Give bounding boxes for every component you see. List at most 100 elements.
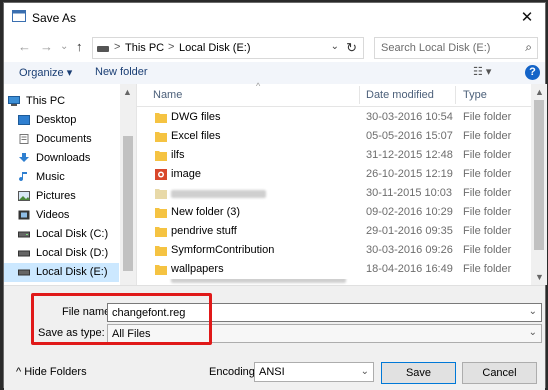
- sidebar-item-local-disk-d[interactable]: Local Disk (D:): [4, 244, 119, 263]
- command-bar: Organize ▾ New folder ☷ ▾ ?: [4, 62, 545, 84]
- search-icon: ⌕: [525, 40, 532, 54]
- hide-folders-button[interactable]: ^ Hide Folders: [16, 366, 87, 378]
- navigation-pane: This PC Desktop Documents Downloads Musi…: [4, 84, 137, 285]
- folder-icon: [155, 246, 167, 256]
- column-header-type[interactable]: Type: [463, 89, 487, 101]
- cancel-button[interactable]: Cancel: [462, 362, 537, 384]
- file-name: Excel files: [171, 130, 221, 142]
- chevron-down-icon[interactable]: ⌄: [529, 327, 537, 338]
- drive-icon: [18, 269, 30, 276]
- sidebar-item-videos[interactable]: Videos: [4, 206, 119, 225]
- breadcrumb-this-pc[interactable]: This PC: [125, 42, 164, 54]
- file-type: File folder: [463, 187, 512, 199]
- pictures-icon: [18, 191, 30, 201]
- breadcrumb-separator: >: [114, 41, 121, 53]
- file-date: 30-11-2015 10:03: [366, 187, 453, 199]
- up-button[interactable]: ↑: [76, 39, 83, 54]
- file-date: 05-05-2016 15:07: [366, 130, 453, 142]
- scroll-up-icon[interactable]: ▲: [123, 87, 132, 97]
- file-type: File folder: [463, 263, 512, 275]
- file-date: 29-01-2016 09:35: [366, 225, 453, 237]
- sidebar-item-label: This PC: [26, 95, 66, 107]
- table-row[interactable]: SymformContribution 30-03-2016 09:26 Fil…: [137, 241, 531, 261]
- table-row[interactable]: 30-11-2015 10:03 File folder: [137, 184, 531, 204]
- redacted-file-name: [171, 190, 266, 198]
- table-row[interactable]: image 26-10-2015 12:19 File folder: [137, 165, 531, 185]
- forward-button[interactable]: →: [40, 39, 53, 54]
- documents-icon: [19, 134, 29, 144]
- file-name-label: File name:: [62, 306, 114, 318]
- change-view-button[interactable]: ☷ ▾: [473, 65, 491, 78]
- sidebar-item-documents[interactable]: Documents: [4, 130, 119, 149]
- save-as-type-select[interactable]: All Files ⌄: [107, 324, 542, 343]
- dialog-footer: ^ Hide Folders Encoding: ANSI ⌄ Save Can…: [4, 358, 545, 389]
- back-button[interactable]: ←: [18, 39, 31, 54]
- file-date: 26-10-2015 12:19: [366, 168, 453, 180]
- organize-button[interactable]: Organize ▾: [19, 66, 72, 79]
- scroll-thumb[interactable]: [123, 136, 133, 271]
- computer-icon: [8, 96, 20, 106]
- encoding-select[interactable]: ANSI ⌄: [254, 362, 374, 382]
- address-bar[interactable]: > This PC > Local Disk (E:) ⌄ ↻: [92, 37, 364, 59]
- sidebar-item-pictures[interactable]: Pictures: [4, 187, 119, 206]
- desktop-icon: [18, 115, 30, 125]
- table-row[interactable]: ilfs 31-12-2015 12:48 File folder: [137, 146, 531, 166]
- column-header-name[interactable]: Name: [153, 89, 182, 101]
- encoding-label: Encoding:: [209, 366, 258, 378]
- address-dropdown-button[interactable]: ⌄: [331, 41, 339, 52]
- table-row[interactable]: wallpapers 18-04-2016 16:49 File folder: [137, 260, 531, 280]
- sort-ascending-icon: ^: [256, 81, 261, 91]
- search-placeholder: Search Local Disk (E:): [381, 42, 491, 54]
- scroll-down-icon[interactable]: ▼: [535, 272, 544, 282]
- file-type: File folder: [463, 149, 512, 161]
- table-row[interactable]: Excel files 05-05-2016 15:07 File folder: [137, 127, 531, 147]
- recent-locations-button[interactable]: ⌄: [60, 41, 68, 52]
- refresh-button[interactable]: ↻: [346, 40, 357, 56]
- help-button[interactable]: ?: [525, 65, 540, 80]
- chevron-down-icon: ⌄: [360, 366, 369, 377]
- videos-icon: [18, 210, 30, 220]
- folder-icon: [155, 189, 167, 199]
- music-icon: [19, 172, 27, 182]
- scroll-up-icon[interactable]: ▲: [535, 87, 544, 97]
- sidebar-item-desktop[interactable]: Desktop: [4, 111, 119, 130]
- file-name-field[interactable]: changefont.reg ⌄: [107, 303, 542, 322]
- folder-icon: [155, 151, 167, 161]
- table-row[interactable]: DWG files 30-03-2016 10:54 File folder: [137, 108, 531, 128]
- column-divider[interactable]: [359, 86, 360, 104]
- sidebar-item-music[interactable]: Music: [4, 168, 119, 187]
- save-as-dialog: Save As ✕ ← → ⌄ ↑ > This PC > Local Disk…: [3, 2, 547, 390]
- chevron-down-icon[interactable]: ⌄: [529, 306, 537, 317]
- file-name: wallpapers: [171, 263, 224, 275]
- file-name: SymformContribution: [171, 244, 275, 256]
- close-button[interactable]: ✕: [509, 3, 545, 32]
- file-date: 18-04-2016 16:49: [366, 263, 453, 275]
- table-row[interactable]: New folder (3) 09-02-2016 10:29 File fol…: [137, 203, 531, 223]
- window-title: Save As: [32, 11, 77, 25]
- sidebar-item-label: Music: [36, 171, 65, 183]
- file-name-value: changefont.reg: [112, 307, 186, 319]
- sidebar-item-this-pc[interactable]: This PC: [4, 92, 119, 111]
- navigation-scrollbar[interactable]: ▲: [120, 84, 136, 285]
- file-list: ^ Name Date modified Type DWG files 30-0…: [137, 81, 531, 285]
- table-row[interactable]: pendrive stuff 29-01-2016 09:35 File fol…: [137, 222, 531, 242]
- sidebar-item-local-disk-c[interactable]: Local Disk (C:): [4, 225, 119, 244]
- column-header-date-modified[interactable]: Date modified: [366, 89, 434, 101]
- downloads-icon: [19, 153, 29, 162]
- search-box[interactable]: Search Local Disk (E:) ⌕: [374, 37, 538, 59]
- breadcrumb-local-disk-e[interactable]: Local Disk (E:): [179, 42, 251, 54]
- column-divider[interactable]: [455, 86, 456, 104]
- notepad-icon: [12, 10, 26, 22]
- sidebar-item-local-disk-e[interactable]: Local Disk (E:): [4, 263, 119, 282]
- save-as-type-label: Save as type:: [38, 327, 105, 339]
- drive-icon: [97, 46, 109, 52]
- save-button[interactable]: Save: [381, 362, 456, 384]
- file-list-scrollbar[interactable]: ▲ ▼: [531, 84, 547, 285]
- scroll-thumb[interactable]: [534, 100, 544, 250]
- file-type: File folder: [463, 225, 512, 237]
- file-type: File folder: [463, 130, 512, 142]
- save-as-type-value: All Files: [112, 328, 151, 340]
- new-folder-button[interactable]: New folder: [95, 66, 148, 78]
- sidebar-item-downloads[interactable]: Downloads: [4, 149, 119, 168]
- drive-icon: [18, 250, 30, 257]
